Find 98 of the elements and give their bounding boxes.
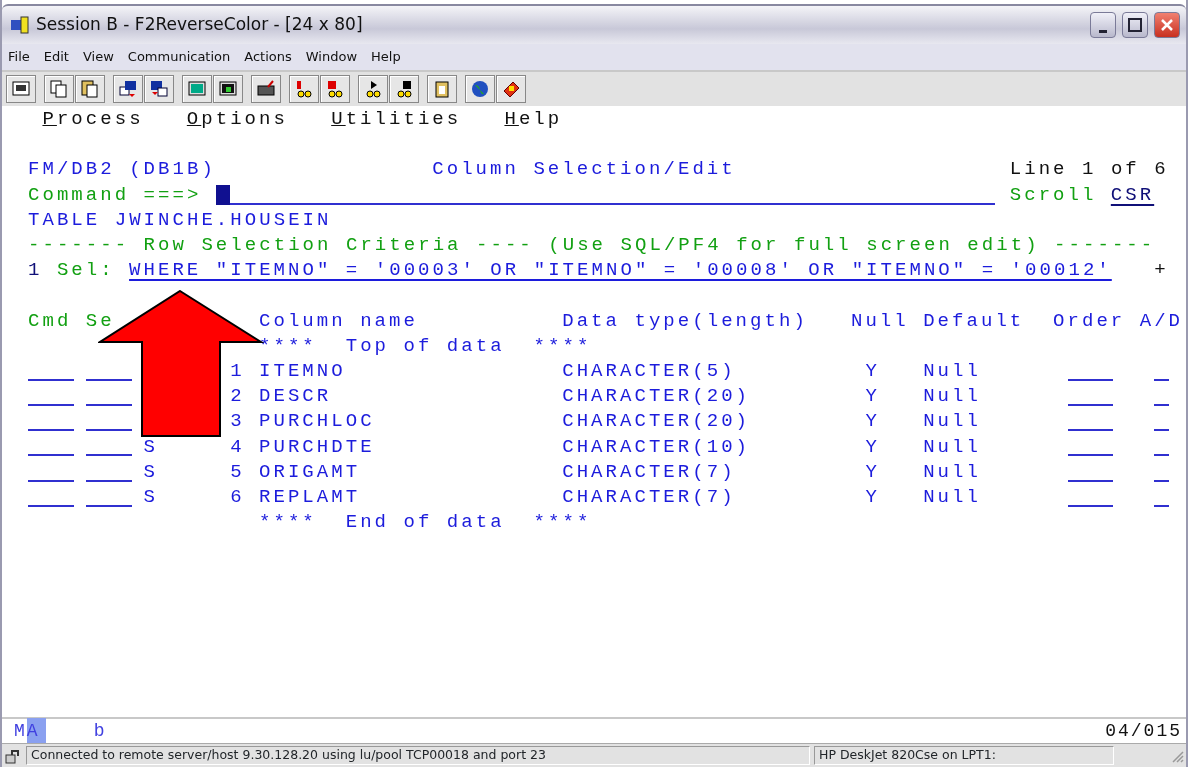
data-type: CHARACTER(20) [562,409,750,435]
cursor-position: 04/015 [1105,719,1182,743]
command-field[interactable] [215,184,996,205]
column-name: ITEMNO [259,358,346,384]
connection-icon [4,747,22,764]
minimize-button[interactable] [1090,12,1116,38]
app-icon [10,16,30,34]
default-value: Null [923,484,981,510]
default-value: Null [923,409,981,435]
panel-title: Column Selection/Edit [432,157,736,183]
default-value: Null [923,434,981,460]
mode-indicator: MA [14,717,46,745]
stop-play-icon[interactable] [389,75,419,103]
criteria-number: 1 [28,258,43,284]
globe-icon[interactable] [465,75,495,103]
resize-grip-icon [1170,748,1184,763]
color-display-icon[interactable] [182,75,212,103]
sel-label: Sel: [56,258,115,284]
column-header: Column name [259,308,418,334]
play-icon[interactable] [358,75,388,103]
text-cursor [215,184,230,205]
action-bar-item[interactable]: Utilities [331,107,462,133]
menu-item[interactable]: Communication [127,47,231,67]
top-of-data-marker: **** Top of data **** [259,333,592,359]
record-icon[interactable] [289,75,319,103]
menu-item[interactable]: Actions [244,47,292,67]
column-name: ORIGAMT [259,459,361,485]
select-code-label: S [143,484,158,510]
data-type: CHARACTER(7) [562,459,736,485]
nullable-label: Y [865,384,880,410]
table-name: TABLE JWINCHE.HOUSEIN [28,207,332,233]
default-value: Null [923,459,981,485]
column-header: Null [850,308,909,334]
column-name: DESCR [259,384,332,410]
column-number: 3 [230,409,245,435]
screen-icon[interactable] [6,75,36,103]
dark-display-icon[interactable] [213,75,243,103]
product-name: FM/DB2 (DB1B) [28,157,216,183]
column-number: 2 [230,384,245,410]
column-number: 4 [230,434,245,460]
end-of-data-marker: **** End of data **** [259,510,592,536]
column-header: Cmd [28,308,72,334]
selection-field[interactable]: WHERE "ITEMNO" = '00003' OR "ITEMNO" = '00008' OR "ITEMNO" = '00012' [129,258,1111,284]
column-header: Data type(length) [562,308,808,334]
menu-item[interactable]: Help [371,47,401,67]
scroll-field[interactable]: CSR [1110,182,1169,208]
window-title: Session B - F2ReverseColor - [24 x 80] [36,13,364,37]
receive-icon[interactable] [144,75,174,103]
column-number: 5 [230,459,245,485]
nullable-label: Y [865,358,880,384]
column-header: Default [923,308,1025,334]
menu-item[interactable]: Window [305,47,358,67]
send-icon[interactable] [113,75,143,103]
clipboard-icon[interactable] [427,75,457,103]
stop-record-icon[interactable] [320,75,350,103]
nullable-label: Y [865,434,880,460]
nullable-label: Y [865,459,880,485]
select-code-label: S [143,434,158,460]
nullable-label: Y [865,409,880,435]
more-indicator: + [1154,258,1169,284]
nullable-label: Y [865,484,880,510]
select-code-label: S [143,459,158,485]
menu-item[interactable]: View [82,47,114,67]
maximize-icon [1127,17,1143,33]
minimize-icon [1099,29,1107,33]
column-header: Se [85,308,115,334]
scroll-label: Scroll [1009,182,1097,208]
default-value: Null [923,384,981,410]
copy-icon[interactable] [44,75,74,103]
action-bar-item[interactable]: Options [186,107,288,133]
help-tag-icon[interactable] [496,75,526,103]
action-bar-item[interactable]: Help [504,107,563,133]
column-number: 1 [230,358,245,384]
data-type: CHARACTER(10) [562,434,750,460]
paste-icon[interactable] [75,75,105,103]
close-button[interactable] [1154,12,1180,38]
default-value: Null [923,358,981,384]
column-name: PURCHLOC [259,409,375,435]
column-header: Order [1053,308,1126,334]
status-message: Connected to remote server/host 9.30.128.20 using lu/pool TCP00018 and port 23 [26,746,810,765]
column-header: A/D [1139,308,1183,334]
line-indicator: Line 1 of 6 [1009,157,1169,183]
criteria-heading: ------- Row Selection Criteria ---- (Use SQL/PF4 for full screen edit) ------- [28,233,1155,259]
command-label: Command ===> [28,182,202,208]
printer-status: HP DeskJet 820Cse on LPT1: [814,746,1114,765]
session-indicator: b [93,719,107,743]
menu-item[interactable]: File [8,47,30,67]
maximize-button[interactable] [1122,12,1148,38]
column-name: PURCHDTE [259,434,375,460]
data-type: CHARACTER(20) [562,384,750,410]
data-type: CHARACTER(5) [562,358,736,384]
close-icon [1159,17,1175,33]
column-number: 6 [230,484,245,510]
column-name: REPLAMT [259,484,361,510]
menu-item[interactable]: Edit [43,47,69,67]
data-type: CHARACTER(7) [562,484,736,510]
action-bar-item[interactable]: Process [42,107,144,133]
keyboard-icon[interactable] [251,75,281,103]
